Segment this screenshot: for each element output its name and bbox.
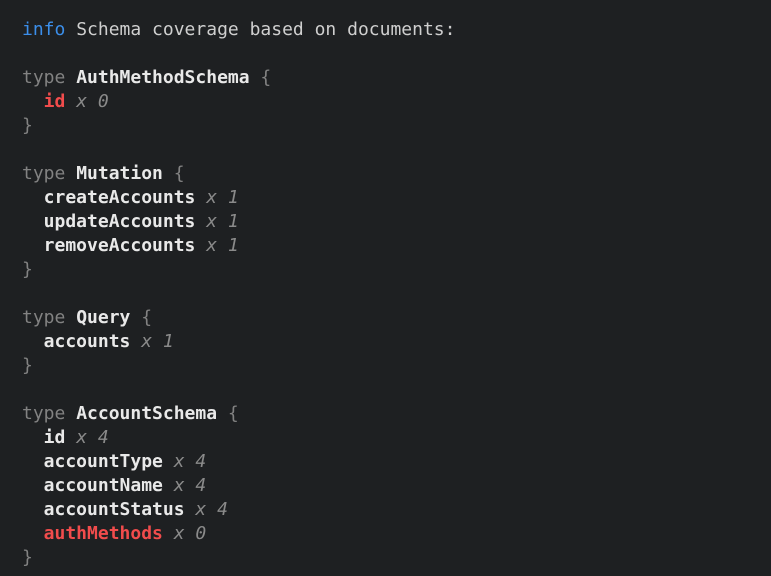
terminal-output: infoSchema coverage based on documents: … — [0, 0, 771, 576]
field-line: createAccounts x 1 — [22, 186, 761, 210]
blank-line — [22, 282, 761, 306]
field-name: accountStatus — [44, 499, 185, 520]
blank-line — [22, 138, 761, 162]
type-name: AuthMethodSchema — [76, 67, 249, 88]
field-name: id — [44, 91, 66, 112]
close-brace-line: } — [22, 258, 761, 282]
field-line: authMethods x 0 — [22, 522, 761, 546]
field-hit-count: x 1 — [206, 187, 239, 208]
type-header-line: type AccountSchema { — [22, 402, 761, 426]
field-hit-count: x 0 — [174, 523, 207, 544]
field-hit-count: x 1 — [206, 211, 239, 232]
field-name: accountName — [44, 475, 163, 496]
field-line: removeAccounts x 1 — [22, 234, 761, 258]
type-name: Query — [76, 307, 130, 328]
close-brace: } — [22, 115, 33, 136]
type-header-line: type AuthMethodSchema { — [22, 66, 761, 90]
open-brace: { — [228, 403, 239, 424]
field-line: accountStatus x 4 — [22, 498, 761, 522]
type-name: Mutation — [76, 163, 163, 184]
type-keyword: type — [22, 67, 65, 88]
field-name: id — [44, 427, 66, 448]
field-hit-count: x 4 — [195, 499, 228, 520]
close-brace-line: } — [22, 354, 761, 378]
field-hit-count: x 4 — [174, 475, 207, 496]
field-name: createAccounts — [44, 187, 196, 208]
type-name: AccountSchema — [76, 403, 217, 424]
field-line: accountName x 4 — [22, 474, 761, 498]
field-name: accounts — [44, 331, 131, 352]
type-keyword: type — [22, 163, 65, 184]
field-hit-count: x 4 — [174, 451, 207, 472]
type-keyword: type — [22, 403, 65, 424]
field-name: authMethods — [44, 523, 163, 544]
log-header-line: info Schema coverage based on documents: — [22, 18, 761, 42]
field-hit-count: x 4 — [76, 427, 109, 448]
type-header-line: type Mutation { — [22, 162, 761, 186]
log-message: Schema coverage based on documents: — [76, 19, 455, 40]
field-name: updateAccounts — [44, 211, 196, 232]
type-block-authmethodschema: type AuthMethodSchema { id x 0 } — [22, 66, 761, 138]
open-brace: { — [174, 163, 185, 184]
log-level-info: info — [22, 19, 65, 40]
close-brace: } — [22, 355, 33, 376]
close-brace: } — [22, 547, 33, 568]
field-hit-count: x 0 — [76, 91, 109, 112]
field-line: updateAccounts x 1 — [22, 210, 761, 234]
close-brace: } — [22, 259, 33, 280]
close-brace-line: } — [22, 114, 761, 138]
field-line: id x 4 — [22, 426, 761, 450]
type-keyword: type — [22, 307, 65, 328]
close-brace-line: } — [22, 546, 761, 570]
field-name: accountType — [44, 451, 163, 472]
field-hit-count: x 1 — [206, 235, 239, 256]
field-name: removeAccounts — [44, 235, 196, 256]
field-line: accountType x 4 — [22, 450, 761, 474]
type-block-accountschema: typeAccountSchema{ idx 4 accountTypex 4 … — [22, 402, 761, 570]
type-block-query: type Query { accounts x 1 } — [22, 306, 761, 378]
open-brace: { — [260, 67, 271, 88]
blank-line — [22, 42, 761, 66]
type-header-line: type Query { — [22, 306, 761, 330]
field-line: id x 0 — [22, 90, 761, 114]
field-hit-count: x 1 — [141, 331, 174, 352]
type-block-mutation: type Mutation { createAccounts x 1 updateAc… — [22, 162, 761, 282]
blank-line — [22, 378, 761, 402]
field-line: accounts x 1 — [22, 330, 761, 354]
open-brace: { — [141, 307, 152, 328]
